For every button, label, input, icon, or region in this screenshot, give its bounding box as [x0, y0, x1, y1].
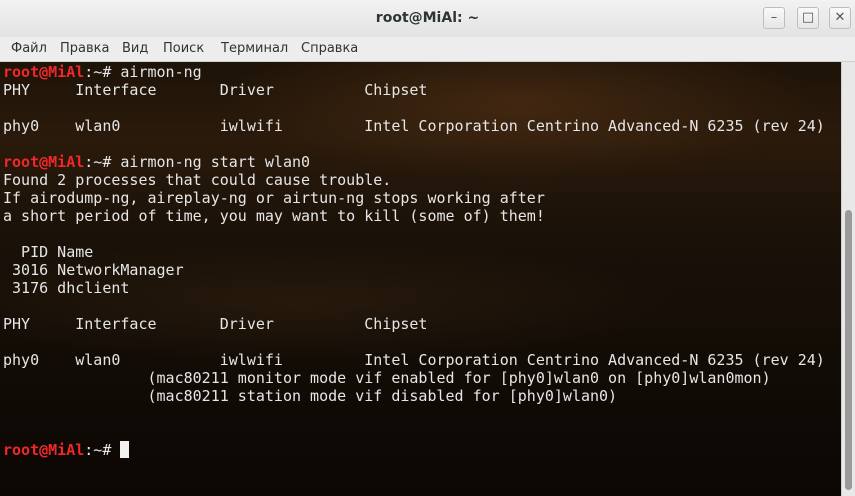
- output-line: a short period of time, you may want to …: [3, 207, 545, 225]
- prompt-user-host: root@MiAl: [3, 441, 85, 459]
- terminal-output-area[interactable]: root@MiAl:~# airmon-ng PHY Interface Driv…: [0, 62, 841, 496]
- scrollbar-thumb[interactable]: [845, 210, 852, 490]
- menu-help[interactable]: Справка: [301, 41, 358, 56]
- output-line: (mac80211 monitor mode vif enabled for […: [3, 369, 771, 387]
- output-line: 3016 NetworkManager: [3, 261, 184, 279]
- terminal-window: root@MiAl: ~ – □ ✕ Файл Правка Вид Поиск…: [0, 0, 855, 496]
- maximize-button[interactable]: □: [797, 7, 819, 29]
- prompt-command: :~# airmon-ng start wlan0: [84, 153, 311, 171]
- menu-view[interactable]: Вид: [122, 41, 148, 56]
- output-line: If airodump-ng, aireplay-ng or airtun-ng…: [3, 189, 545, 207]
- vertical-scrollbar[interactable]: [841, 62, 855, 496]
- menu-edit[interactable]: Правка: [60, 41, 109, 56]
- terminal-text: root@MiAl:~# airmon-ng PHY Interface Driv…: [3, 63, 825, 459]
- output-line: PHY Interface Driver Chipset: [3, 81, 428, 99]
- output-line: phy0 wlan0 iwlwifi Intel Corporation Cen…: [3, 351, 825, 369]
- output-line: PHY Interface Driver Chipset: [3, 315, 428, 333]
- menu-search[interactable]: Поиск: [163, 41, 204, 56]
- output-line: 3176 dhclient: [3, 279, 130, 297]
- prompt-command: :~# airmon-ng: [84, 63, 202, 81]
- prompt-user-host: root@MiAl: [3, 153, 85, 171]
- prompt-command: :~#: [84, 441, 121, 459]
- prompt-line: root@MiAl:~# airmon-ng: [3, 63, 825, 81]
- output-line: phy0 wlan0 iwlwifi Intel Corporation Cen…: [3, 117, 825, 135]
- window-title: root@MiAl: ~: [375, 10, 480, 26]
- minimize-button[interactable]: –: [763, 7, 785, 29]
- text-cursor: [120, 441, 130, 458]
- prompt-line: root@MiAl:~#: [3, 441, 825, 459]
- output-line: Found 2 processes that could cause troub…: [3, 171, 392, 189]
- close-button[interactable]: ✕: [829, 7, 851, 29]
- prompt-line: root@MiAl:~# airmon-ng start wlan0: [3, 153, 825, 171]
- output-line: PID Name: [3, 243, 94, 261]
- output-line: (mac80211 station mode vif disabled for …: [3, 387, 618, 405]
- menu-file[interactable]: Файл: [11, 41, 47, 56]
- menu-bar: Файл Правка Вид Поиск Терминал Справка: [0, 37, 855, 62]
- prompt-user-host: root@MiAl: [3, 63, 85, 81]
- menu-terminal[interactable]: Терминал: [221, 41, 288, 56]
- title-bar[interactable]: root@MiAl: ~ – □ ✕: [0, 0, 855, 38]
